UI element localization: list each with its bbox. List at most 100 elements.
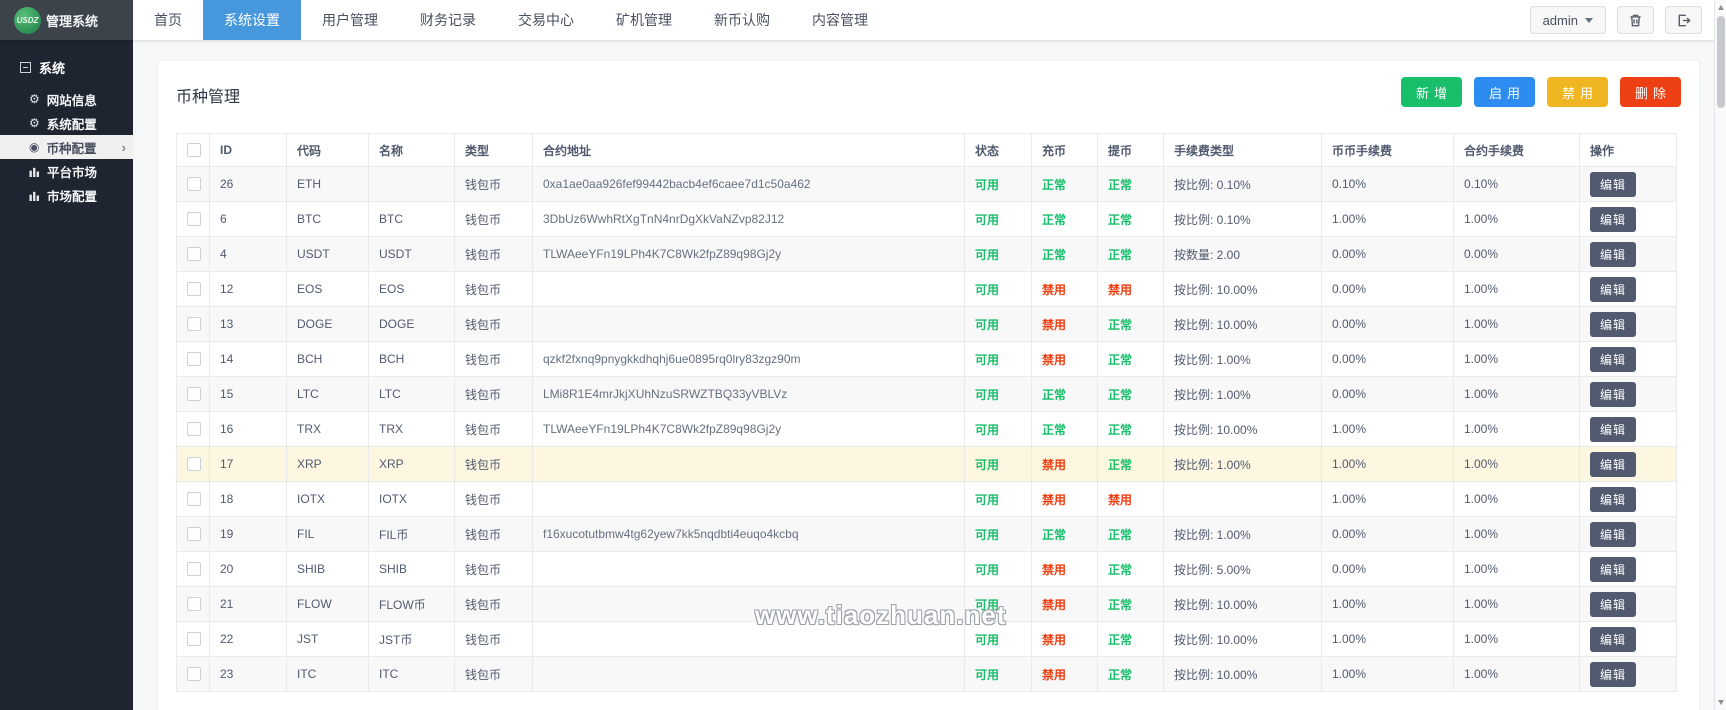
column-header: 合约地址	[532, 133, 965, 167]
sidebar-item[interactable]: ⚙ 系统配置	[0, 111, 133, 135]
edit-button[interactable]: 编辑	[1590, 661, 1637, 687]
edit-button[interactable]: 编辑	[1590, 591, 1637, 617]
cell-id: 23	[209, 656, 287, 692]
scrollbar-thumb[interactable]	[1717, 16, 1725, 108]
cell-deposit: 正常	[1031, 236, 1098, 272]
cell-contract-fee: 1.00%	[1453, 376, 1580, 412]
cell-id: 4	[209, 236, 287, 272]
cell-address	[532, 656, 965, 692]
row-checkbox[interactable]	[187, 457, 201, 471]
table-row: 6 BTC BTC 钱包币 3DbUz6WwhRtXgTnN4nrDgXkVaNZvp8…	[176, 201, 1677, 237]
nav-tab[interactable]: 交易中心	[497, 0, 595, 40]
row-checkbox[interactable]	[187, 212, 201, 226]
cell-type: 钱包币	[454, 481, 533, 517]
sidebar-item-label: 网站信息	[46, 93, 97, 108]
cell-contract-fee: 1.00%	[1453, 341, 1580, 377]
row-checkbox[interactable]	[187, 317, 201, 331]
logout-button[interactable]	[1665, 6, 1702, 34]
user-dropdown[interactable]: admin	[1529, 6, 1606, 34]
cell-contract-fee: 0.10%	[1453, 166, 1580, 202]
table-row: 4 USDT USDT 钱包币 TLWAeeYFn19LPh4K7C8Wk2fpZ89q…	[176, 236, 1677, 272]
edit-button[interactable]: 编辑	[1590, 346, 1637, 372]
edit-button[interactable]: 编辑	[1590, 241, 1637, 267]
nav-tab[interactable]: 首页	[133, 0, 203, 40]
cell-name: DOGE	[368, 306, 455, 342]
cell-code: IOTX	[286, 481, 369, 517]
column-header: ID	[209, 133, 287, 167]
cell-status: 可用	[964, 166, 1032, 202]
row-checkbox[interactable]	[187, 667, 201, 681]
cell-type: 钱包币	[454, 376, 533, 412]
row-checkbox[interactable]	[187, 387, 201, 401]
cell-id: 22	[209, 621, 287, 657]
sidebar-items: ⚙ 网站信息 ⚙ 系统配置 ◉ 币种配置 › 平台市场 市场配置	[0, 87, 133, 207]
cell-actions: 编辑	[1579, 621, 1677, 657]
cell-code: SHIB	[286, 551, 369, 587]
cell-address	[532, 446, 965, 482]
column-header: 币币手续费	[1321, 133, 1454, 167]
sidebar-group-system[interactable]: 系统	[0, 40, 133, 87]
cell-address: TLWAeeYFn19LPh4K7C8Wk2fpZ89q98Gj2y	[532, 411, 965, 447]
row-checkbox[interactable]	[187, 527, 201, 541]
row-checkbox[interactable]	[187, 597, 201, 611]
edit-button[interactable]: 编辑	[1590, 626, 1637, 652]
nav-tab[interactable]: 系统设置	[203, 0, 301, 40]
cell-coin-fee: 1.00%	[1321, 621, 1454, 657]
nav-tab[interactable]: 用户管理	[301, 0, 399, 40]
sidebar-item[interactable]: 平台市场	[0, 159, 133, 183]
disable-button[interactable]: 禁用	[1546, 77, 1608, 107]
cell-status: 可用	[964, 306, 1032, 342]
add-button[interactable]: 新增	[1400, 77, 1462, 107]
nav-menu: 首页 系统设置 用户管理 财务记录 交易中心 矿机管理 新币认购 内容管理	[133, 0, 889, 40]
row-checkbox[interactable]	[187, 177, 201, 191]
cell-code: LTC	[286, 376, 369, 412]
cell-deposit: 禁用	[1031, 551, 1098, 587]
sidebar-item[interactable]: ⚙ 网站信息	[0, 87, 133, 111]
cell-address	[532, 586, 965, 622]
row-checkbox[interactable]	[187, 422, 201, 436]
row-checkbox[interactable]	[187, 492, 201, 506]
scroll-down-icon[interactable]	[1718, 700, 1724, 705]
nav-tab[interactable]: 矿机管理	[595, 0, 693, 40]
cell-contract-fee: 1.00%	[1453, 586, 1580, 622]
cell-status: 可用	[964, 586, 1032, 622]
sidebar-item[interactable]: ◉ 币种配置 ›	[0, 135, 133, 159]
sidebar-item[interactable]: 市场配置	[0, 183, 133, 207]
edit-button[interactable]: 编辑	[1590, 416, 1637, 442]
nav-tab[interactable]: 财务记录	[399, 0, 497, 40]
edit-button[interactable]: 编辑	[1590, 276, 1637, 302]
edit-button[interactable]: 编辑	[1590, 381, 1637, 407]
cell-code: TRX	[286, 411, 369, 447]
row-checkbox[interactable]	[187, 562, 201, 576]
edit-button[interactable]: 编辑	[1590, 451, 1637, 477]
vertical-scrollbar[interactable]	[1714, 0, 1726, 710]
trash-button[interactable]	[1617, 6, 1654, 34]
cell-type: 钱包币	[454, 271, 533, 307]
row-checkbox[interactable]	[187, 247, 201, 261]
edit-button[interactable]: 编辑	[1590, 206, 1637, 232]
edit-button[interactable]: 编辑	[1590, 171, 1637, 197]
delete-button[interactable]: 删除	[1619, 77, 1681, 107]
edit-button[interactable]: 编辑	[1590, 521, 1637, 547]
cell-type: 钱包币	[454, 201, 533, 237]
cell-status: 可用	[964, 551, 1032, 587]
nav-tab[interactable]: 内容管理	[791, 0, 889, 40]
row-checkbox[interactable]	[187, 352, 201, 366]
scroll-up-icon[interactable]	[1718, 5, 1724, 10]
cell-deposit: 正常	[1031, 376, 1098, 412]
cell-actions: 编辑	[1579, 236, 1677, 272]
row-checkbox[interactable]	[187, 632, 201, 646]
edit-button[interactable]: 编辑	[1590, 311, 1637, 337]
row-checkbox[interactable]	[187, 282, 201, 296]
edit-button[interactable]: 编辑	[1590, 486, 1637, 512]
cell-name: USDT	[368, 236, 455, 272]
cell-actions: 编辑	[1579, 201, 1677, 237]
edit-button[interactable]: 编辑	[1590, 556, 1637, 582]
sidebar-group-label: 系统	[39, 61, 66, 76]
cell-actions: 编辑	[1579, 376, 1677, 412]
cell-coin-fee: 1.00%	[1321, 201, 1454, 237]
nav-tab[interactable]: 新币认购	[693, 0, 791, 40]
enable-button[interactable]: 启用	[1473, 77, 1535, 107]
select-all-checkbox[interactable]	[187, 143, 201, 157]
cell-actions: 编辑	[1579, 166, 1677, 202]
